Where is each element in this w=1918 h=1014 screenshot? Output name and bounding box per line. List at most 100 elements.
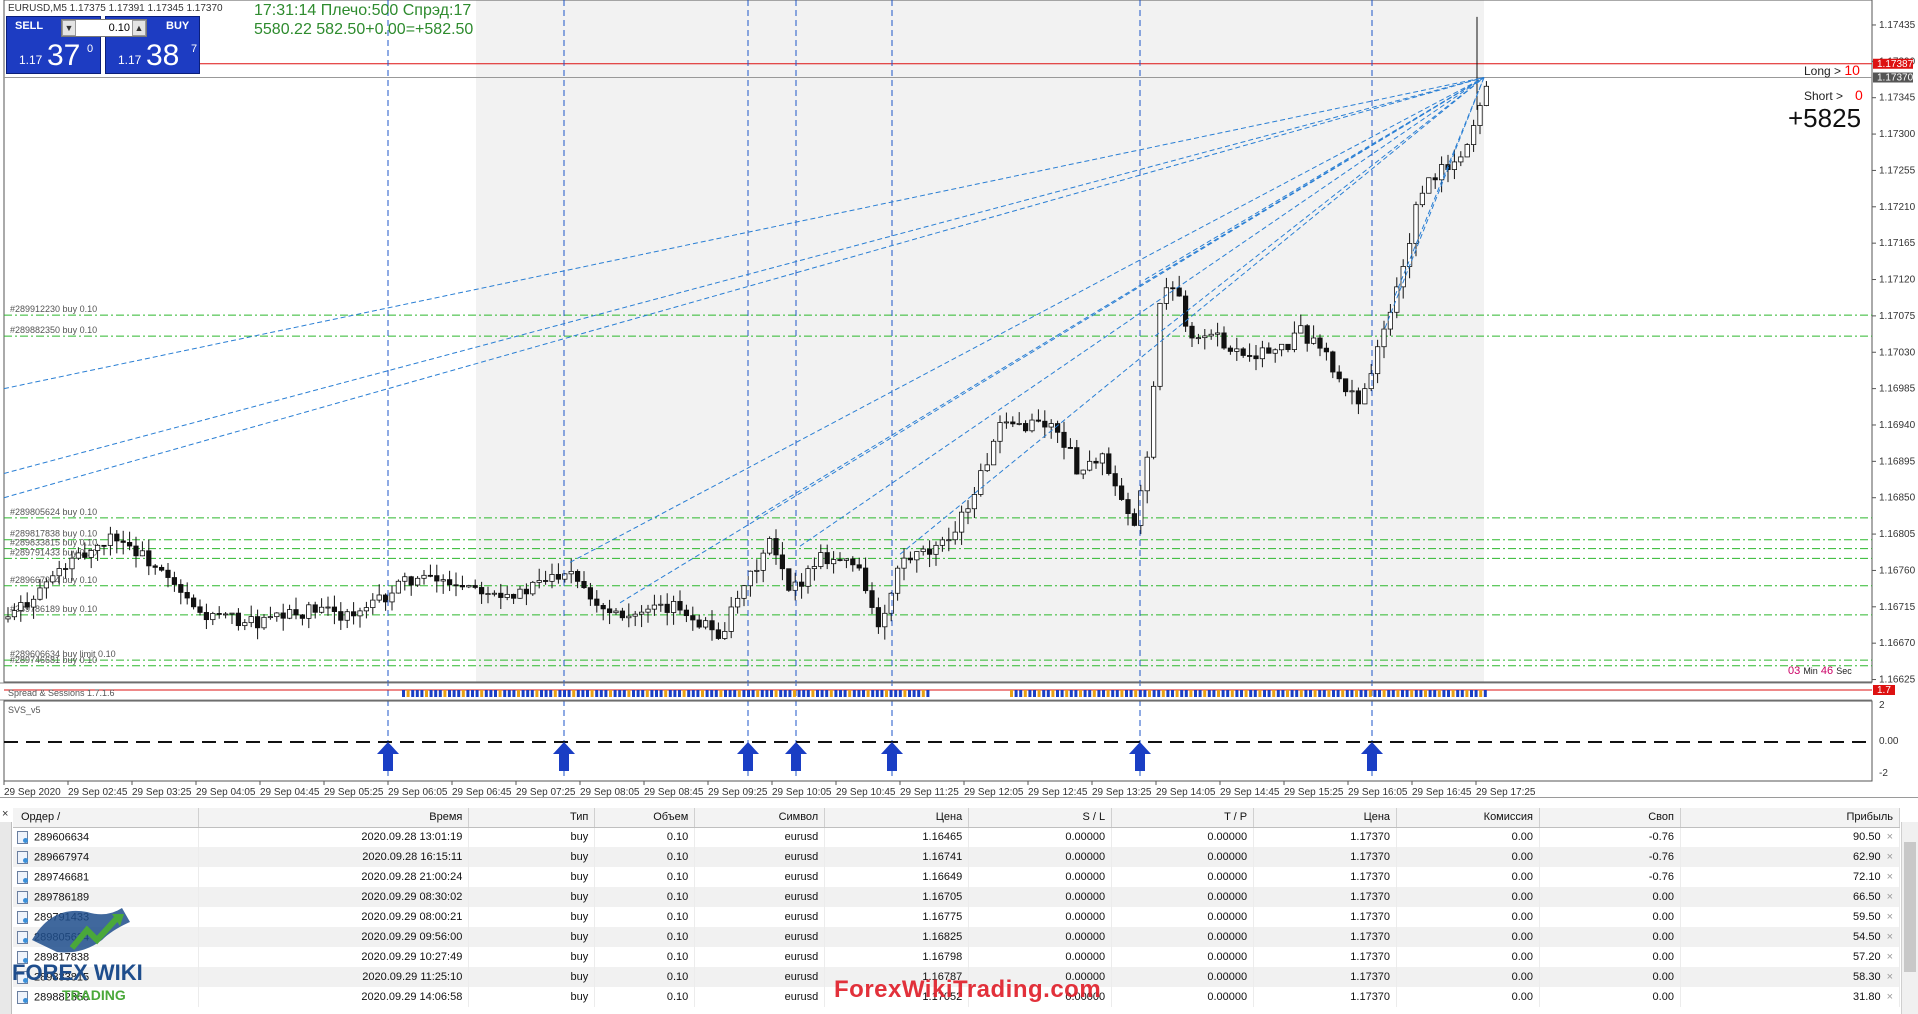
col-tp[interactable]: T / P — [1111, 808, 1255, 828]
candle-body — [1471, 125, 1477, 145]
price-scale-label: 1.16760 — [1879, 565, 1916, 576]
cell-text: 57.20 — [1853, 951, 1881, 963]
session-bar — [636, 690, 640, 697]
time-axis-label: 29 Sep 10:05 — [772, 787, 832, 798]
col-time[interactable]: Время — [198, 808, 470, 828]
session-bar — [494, 690, 497, 697]
terminal-side-tab[interactable] — [0, 822, 12, 1014]
col-symbol[interactable]: Символ — [694, 808, 826, 828]
chart-window[interactable]: 1.174351.173901.173451.173001.172551.172… — [0, 0, 1918, 798]
cell-text: 0.00 — [1652, 931, 1674, 943]
candle-body — [946, 539, 952, 542]
close-order-icon[interactable]: × — [1881, 851, 1893, 863]
session-bar — [705, 690, 709, 697]
candle-body — [114, 533, 120, 542]
candle-body — [1362, 388, 1368, 405]
lot-decrease-button[interactable]: ▼ — [62, 20, 76, 36]
candle-body — [997, 422, 1003, 442]
order-row[interactable]: 289746681 2020.09.28 21:00:24 buy 0.10 eurus… — [13, 867, 1901, 887]
session-bar — [618, 690, 622, 697]
candle-body — [1458, 156, 1464, 163]
session-bar — [710, 690, 714, 697]
order-row[interactable]: 2898056242020.09.29 09:56:00buy0.10eurus… — [13, 927, 1901, 947]
col-current-price[interactable]: Цена — [1253, 808, 1398, 828]
session-bar — [411, 690, 415, 697]
buy-arrow-icon — [1129, 742, 1151, 771]
col-sl[interactable]: S / L — [968, 808, 1113, 828]
order-row[interactable]: 2897914332020.09.29 08:00:21buy0.10eurus… — [13, 907, 1901, 927]
candle-body — [991, 440, 997, 466]
lot-size-input[interactable] — [78, 21, 130, 35]
close-order-icon[interactable]: × — [1881, 991, 1893, 1003]
session-bar — [1143, 690, 1147, 697]
session-bar — [434, 690, 438, 697]
cell-text: 2020.09.29 14:06:58 — [361, 991, 463, 1003]
price-chart[interactable]: 1.174351.173901.173451.173001.172551.172… — [0, 0, 1918, 798]
candle-body — [1048, 423, 1054, 428]
close-order-icon[interactable]: × — [1881, 911, 1893, 923]
cell-text: 0.00 — [1511, 891, 1533, 903]
order-row[interactable]: 289786189 2020.09.29 08:30:02 buy 0.10 eurus… — [13, 887, 1901, 907]
candle-body — [856, 564, 862, 569]
col-swap[interactable]: Своп — [1539, 808, 1681, 828]
candle-body — [1055, 423, 1061, 433]
session-bar — [622, 690, 626, 697]
session-bar — [1092, 690, 1096, 697]
price-scale-label: 1.16805 — [1879, 529, 1916, 540]
candle-body — [56, 568, 62, 577]
candle-body — [254, 616, 261, 629]
cell-volume: 0.10 — [594, 907, 696, 927]
order-row[interactable]: 289667974 2020.09.28 16:15:11 buy 0.10 eurus… — [13, 847, 1901, 867]
close-order-icon[interactable]: × — [1881, 831, 1893, 843]
candle-body — [1304, 325, 1310, 344]
candle-body — [1323, 347, 1329, 353]
terminal-close-icon[interactable]: × — [2, 808, 8, 820]
buy-arrow-icon — [881, 742, 903, 771]
cell-text: 1.16649 — [922, 871, 963, 883]
col-order[interactable]: Ордер / — [13, 808, 200, 828]
terminal-scrollbar[interactable] — [1901, 822, 1918, 1014]
candle-body — [735, 597, 741, 608]
close-order-icon[interactable]: × — [1881, 931, 1893, 943]
cell-tp: 0.00000 — [1111, 867, 1255, 887]
cell-price: 1.16465 — [824, 827, 970, 847]
cell-commission: 0.00 — [1396, 967, 1540, 987]
candle-body — [1477, 105, 1483, 126]
candle-body — [581, 580, 587, 589]
candle-body — [965, 508, 971, 513]
cell-time: 2020.09.28 21:00:24 — [198, 867, 470, 887]
price-scale-label: 1.16715 — [1879, 602, 1916, 613]
order-row[interactable]: 289817838 2020.09.29 10:27:49 buy 0.10 eurus… — [13, 947, 1901, 967]
chart-symbol-line: EURUSD,M5 1.17375 1.17391 1.17345 1.1737… — [8, 3, 223, 14]
order-row[interactable]: 289606634 2020.09.28 13:01:19 buy 0.10 eurus… — [13, 827, 1901, 847]
close-order-icon[interactable]: × — [1881, 891, 1893, 903]
price-scale-label: 1.17210 — [1879, 202, 1916, 213]
candle-body — [1131, 513, 1137, 526]
candle-body — [222, 613, 229, 616]
close-order-icon[interactable]: × — [1881, 971, 1893, 983]
col-price[interactable]: Цена — [824, 808, 970, 828]
scrollbar-thumb[interactable] — [1904, 842, 1916, 972]
svs-scale-label: 0.00 — [1879, 736, 1899, 747]
candle-body — [536, 580, 542, 583]
col-commission[interactable]: Комиссия — [1396, 808, 1540, 828]
col-type[interactable]: Тип — [468, 808, 596, 828]
cell-cur-price: 1.17370 — [1253, 827, 1398, 847]
candle-body — [920, 548, 926, 552]
candle-body — [107, 533, 113, 546]
candle-body — [363, 607, 370, 612]
session-bar — [788, 690, 792, 697]
session-bar — [590, 690, 594, 697]
col-volume[interactable]: Объем — [594, 808, 696, 828]
session-bar — [862, 690, 865, 697]
session-bar — [1405, 690, 1409, 697]
close-order-icon[interactable]: × — [1881, 871, 1893, 883]
col-profit[interactable]: Прибыль — [1680, 808, 1901, 828]
lot-increase-button[interactable]: ▲ — [132, 20, 146, 36]
candle-body — [5, 616, 11, 620]
svs-indicator-title: SVS_v5 — [8, 705, 41, 715]
candle-body — [485, 593, 491, 595]
session-bar — [1226, 690, 1230, 697]
close-order-icon[interactable]: × — [1881, 951, 1893, 963]
session-bar — [599, 690, 603, 697]
